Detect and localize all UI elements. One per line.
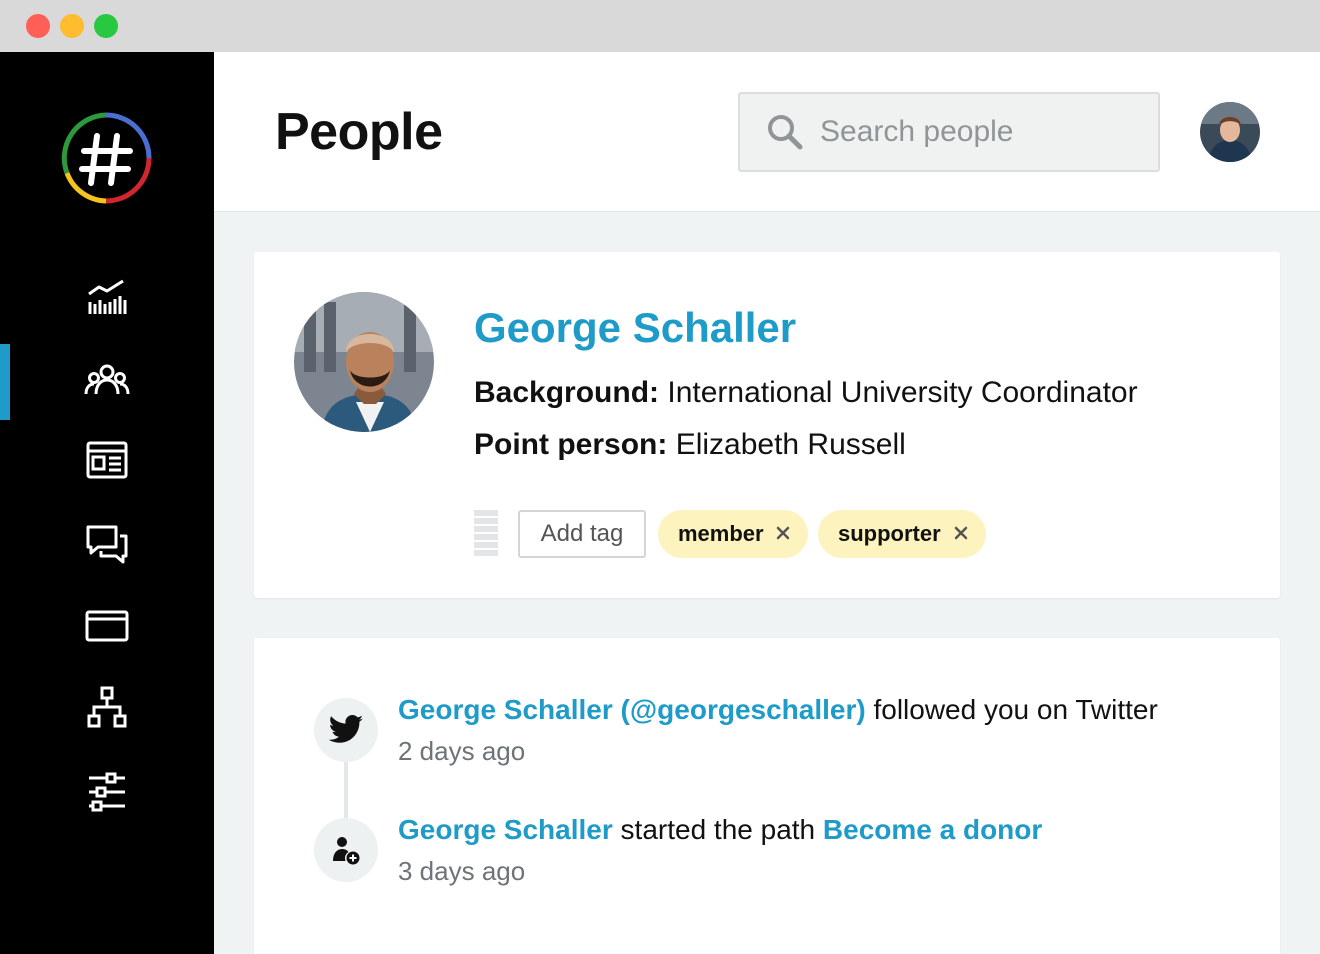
- people-icon: [84, 364, 130, 395]
- tag-member: member: [658, 510, 808, 558]
- maximize-window-button[interactable]: [94, 14, 118, 38]
- hashtag-logo-icon[interactable]: [59, 111, 153, 205]
- close-window-button[interactable]: [26, 14, 50, 38]
- background-row: Background: International University Coo…: [474, 376, 1138, 410]
- header: People: [214, 52, 1320, 212]
- tag-label: supporter: [838, 521, 941, 546]
- point-person-value: Elizabeth Russell: [675, 428, 906, 461]
- add-person-icon: [333, 837, 360, 865]
- window-titlebar: [0, 0, 1320, 52]
- tag-supporter: supporter: [818, 510, 986, 558]
- remove-tag-icon[interactable]: [774, 524, 792, 542]
- event-description: followed you on Twitter: [865, 694, 1158, 725]
- nav-settings[interactable]: [0, 754, 214, 830]
- event-description: started the path: [612, 814, 823, 845]
- background-label: Background:: [474, 376, 660, 409]
- event-path-link[interactable]: Become a donor: [823, 814, 1042, 845]
- nav-analytics[interactable]: [0, 260, 214, 336]
- event-icon-circle: [314, 698, 378, 762]
- timeline-connector: [344, 758, 348, 820]
- minimize-window-button[interactable]: [60, 14, 84, 38]
- nav-website[interactable]: [0, 588, 214, 664]
- profile-card: George Schaller Background: Internationa…: [254, 252, 1280, 598]
- profile-avatar: [294, 292, 434, 432]
- background-value: International University Coordinator: [667, 376, 1138, 409]
- nav-people[interactable]: [0, 344, 214, 420]
- org-chart-icon: [87, 686, 127, 728]
- news-icon: [86, 441, 128, 479]
- activity-card: George Schaller (@georgeschaller) follow…: [254, 638, 1280, 954]
- nav-news[interactable]: [0, 422, 214, 498]
- event-icon-circle: [314, 818, 378, 882]
- nav-conversations[interactable]: [0, 506, 214, 582]
- search-box[interactable]: [738, 92, 1160, 172]
- browser-window-icon: [85, 610, 129, 642]
- search-icon: [768, 115, 803, 150]
- twitter-icon: [328, 715, 363, 743]
- nav-organization[interactable]: [0, 670, 214, 746]
- event-actor-link[interactable]: George Schaller: [398, 814, 613, 845]
- drag-handle[interactable]: [474, 510, 498, 558]
- remove-tag-icon[interactable]: [952, 524, 970, 542]
- sidebar: [0, 52, 214, 954]
- add-tag-button[interactable]: Add tag: [518, 510, 646, 558]
- page-title: People: [275, 103, 443, 161]
- conversations-icon: [86, 525, 128, 564]
- settings-sliders-icon: [89, 772, 125, 812]
- user-avatar[interactable]: [1200, 102, 1260, 162]
- analytics-icon: [88, 279, 127, 314]
- profile-name[interactable]: George Schaller: [474, 304, 796, 352]
- event-time: 2 days ago: [398, 736, 526, 766]
- event-text: George Schaller started the path Become …: [398, 814, 1042, 846]
- event-time: 3 days ago: [398, 856, 526, 886]
- point-person-row: Point person: Elizabeth Russell: [474, 428, 906, 462]
- event-text: George Schaller (@georgeschaller) follow…: [398, 694, 1158, 726]
- search-input[interactable]: [820, 115, 1140, 149]
- tag-label: member: [678, 521, 764, 546]
- point-person-label: Point person:: [474, 428, 668, 461]
- event-actor-link[interactable]: George Schaller (@georgeschaller): [398, 694, 866, 725]
